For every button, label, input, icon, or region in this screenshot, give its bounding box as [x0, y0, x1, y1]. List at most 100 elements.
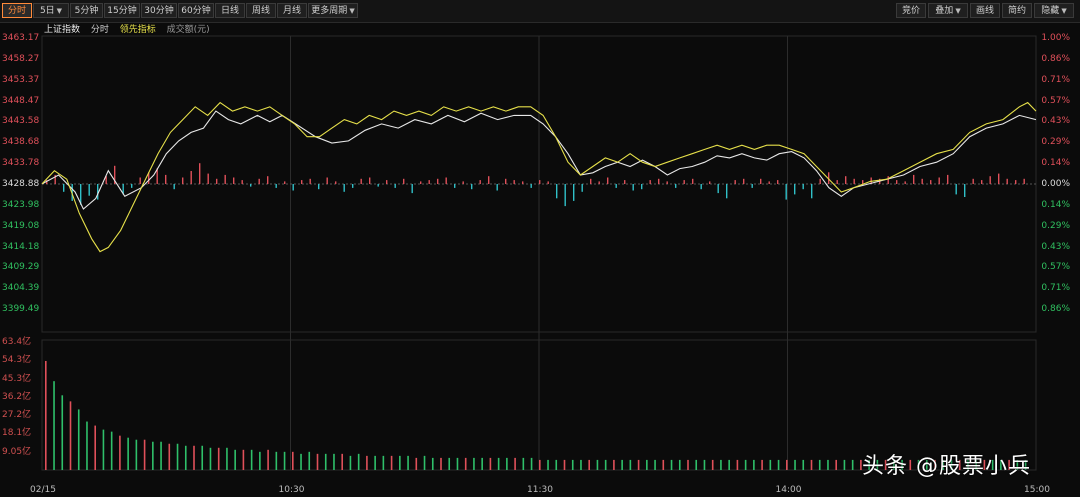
x-axis-tick: 15:00 [1024, 485, 1050, 495]
y-axis-left-tick: 3428.88 [2, 179, 40, 189]
volume-bar [226, 447, 228, 470]
breadth-bar [411, 184, 413, 194]
breadth-bar [913, 174, 915, 184]
volume-axis-tick: 18.1亿 [2, 428, 32, 439]
volume-bar [324, 453, 327, 470]
volume-bar [86, 421, 88, 470]
y-axis-right-tick: 0.43% [1041, 116, 1070, 127]
volume-bar [637, 459, 640, 470]
volume-bar [464, 457, 467, 470]
breadth-bar [63, 184, 65, 192]
breadth-bar [88, 184, 90, 196]
breadth-bar [556, 184, 558, 199]
volume-bar [127, 437, 129, 470]
volume-bar [366, 455, 368, 470]
volume-bar [794, 459, 796, 470]
volume-bar [711, 459, 714, 470]
volume-bar [769, 459, 772, 470]
y-axis-left-tick: 3423.98 [2, 199, 40, 210]
volume-bar [390, 455, 393, 470]
breadth-bar [301, 180, 303, 184]
volume-bar [646, 459, 648, 470]
breadth-bar [267, 176, 269, 184]
volume-bar [489, 457, 492, 470]
volume-bar [481, 457, 483, 470]
y-axis-right-tick: 0.29% [1041, 137, 1070, 148]
volume-bar [604, 459, 607, 470]
volume-bar [563, 459, 566, 470]
breadth-bar [437, 178, 439, 184]
breadth-bar [607, 177, 609, 184]
breadth-bar [454, 184, 456, 188]
breadth-bar [751, 184, 753, 188]
breadth-bar [216, 178, 218, 184]
breadth-bar [505, 178, 507, 184]
volume-bar [662, 459, 665, 470]
y-axis-left-tick: 3414.18 [2, 241, 40, 252]
volume-bar [613, 459, 615, 470]
volume-bar [374, 455, 376, 470]
breadth-bar [947, 174, 949, 184]
breadth-bar [904, 181, 906, 184]
breadth-bar [598, 181, 600, 184]
volume-bar [349, 455, 352, 470]
volume-bar [555, 459, 558, 470]
volume-bar [506, 457, 508, 470]
breadth-bar [853, 178, 855, 184]
breadth-bar [675, 184, 677, 188]
breadth-bar [717, 184, 719, 194]
breadth-bar [989, 176, 991, 184]
breadth-bar [462, 181, 464, 184]
breadth-bar [955, 184, 957, 195]
volume-bar [407, 455, 409, 470]
breadth-bar [233, 177, 235, 184]
breadth-bar [1023, 178, 1025, 184]
volume-bar [571, 459, 574, 470]
x-axis-tick: 14:00 [775, 485, 802, 495]
breadth-bar [709, 181, 711, 184]
volume-bar [61, 395, 64, 470]
breadth-bar [292, 184, 294, 191]
breadth-bar [624, 180, 626, 184]
y-axis-right-tick: 0.86% [1041, 304, 1070, 315]
volume-bar [102, 429, 105, 470]
breadth-bar [768, 181, 770, 184]
volume-bar [448, 457, 451, 470]
breadth-bar [539, 180, 541, 184]
volume-bar [176, 443, 179, 470]
volume-bar [744, 459, 747, 470]
breadth-bar [573, 184, 575, 201]
volume-bar [160, 441, 162, 470]
volume-bar [736, 459, 739, 470]
volume-axis-tick: 27.2亿 [2, 410, 32, 421]
volume-bar [234, 449, 236, 470]
breadth-bar [445, 177, 447, 184]
volume-bar [292, 451, 294, 470]
y-axis-right-tick: 0.00% [1041, 179, 1070, 189]
y-axis-left-tick: 3448.47 [2, 95, 40, 106]
volume-bar [827, 459, 829, 470]
breadth-bar [726, 184, 728, 199]
breadth-bar [777, 180, 779, 184]
breadth-bar [488, 176, 490, 184]
y-axis-left-tick: 3458.27 [2, 53, 40, 64]
volume-bar [695, 459, 698, 470]
breadth-bar [785, 184, 787, 200]
intraday-chart[interactable] [0, 0, 1080, 497]
breadth-bar [794, 184, 796, 195]
volume-bar [300, 453, 302, 470]
breadth-bar [284, 181, 286, 184]
volume-bar [588, 459, 590, 470]
x-axis-tick: 02/15 [30, 485, 56, 495]
breadth-bar [1006, 178, 1008, 184]
volume-bar [259, 451, 261, 470]
volume-bar [703, 459, 706, 470]
volume-bar [761, 459, 763, 470]
breadth-bar [1015, 180, 1017, 184]
volume-bar [77, 409, 80, 470]
volume-axis-tick: 36.2亿 [2, 391, 32, 402]
volume-bar [267, 449, 269, 470]
volume-bar [94, 425, 96, 470]
breadth-bar [165, 174, 167, 184]
volume-bar [184, 445, 187, 470]
